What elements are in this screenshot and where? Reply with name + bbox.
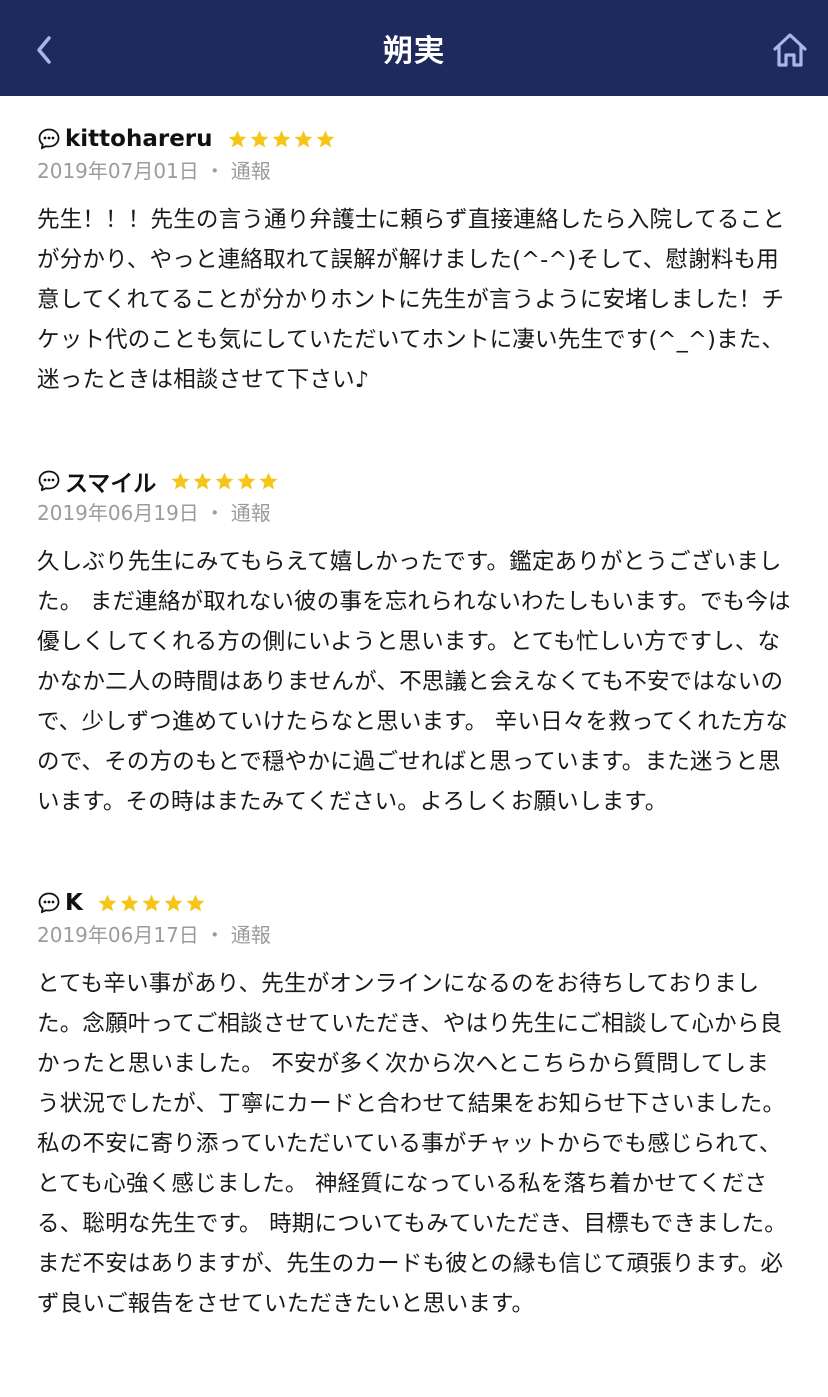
review-meta: 2019年07月01日・通報 [37, 156, 791, 186]
home-button[interactable] [770, 30, 810, 70]
star-icon [250, 130, 268, 147]
review-list: kittohareru 2019年07月01日・通報 先生！！！先生の言う通り弁… [0, 96, 828, 1352]
star-rating [97, 893, 206, 914]
comment-bubble-icon [38, 470, 60, 492]
meta-separator: ・ [204, 501, 225, 525]
star-rating [227, 129, 336, 150]
review-header: スマイル [37, 464, 791, 498]
star-icon [294, 130, 312, 147]
star-icon [142, 894, 161, 911]
reviewer-name: スマイル [65, 471, 157, 497]
review-date: 2019年07月01日 [37, 159, 199, 183]
chevron-left-icon [37, 36, 51, 64]
star-icon [228, 130, 246, 147]
star-icon [272, 130, 290, 147]
star-icon [186, 894, 205, 911]
star-icon [259, 472, 278, 489]
review-text: とても辛い事があり、先生がオンラインになるのをお待ちしておりました。念願叶ってご… [37, 971, 787, 1317]
review-meta: 2019年06月17日・通報 [37, 920, 791, 950]
star-icon [316, 130, 334, 147]
star-icon [120, 894, 139, 911]
report-link[interactable]: 通報 [231, 501, 271, 525]
comment-bubble-icon [38, 128, 60, 150]
star-icon [164, 894, 183, 911]
report-link[interactable]: 通報 [231, 923, 271, 947]
reviewer-name: kittohareru [65, 126, 213, 152]
star-rating [170, 471, 279, 492]
top-nav-bar: 朔実 [0, 0, 828, 96]
review-header: kittohareru [37, 122, 791, 156]
review-meta: 2019年06月19日・通報 [37, 498, 791, 528]
review-date: 2019年06月17日 [37, 923, 199, 947]
meta-separator: ・ [204, 923, 225, 947]
review-header: K [37, 886, 791, 920]
comment-bubble-icon [38, 892, 60, 914]
star-icon [193, 472, 212, 489]
review-text: 先生！！！先生の言う通り弁護士に頼らず直接連絡したら入院してることが分かり、やっ… [37, 207, 785, 393]
star-icon [98, 894, 117, 911]
review-item: kittohareru 2019年07月01日・通報 先生！！！先生の言う通り弁… [37, 96, 791, 428]
meta-separator: ・ [204, 159, 225, 183]
reviewer-name: K [65, 890, 83, 916]
review-item: K 2019年06月17日・通報 とても辛い事があり、先生がオンラインになるのを… [37, 850, 791, 1352]
review-item: スマイル 2019年06月19日・通報 久しぶり先生にみてもらえて嬉しかったです… [37, 428, 791, 850]
report-link[interactable]: 通報 [231, 159, 271, 183]
back-button[interactable] [30, 30, 58, 70]
star-icon [215, 472, 234, 489]
page-title: 朔実 [383, 34, 445, 69]
star-icon [237, 472, 256, 489]
home-icon [773, 33, 807, 67]
review-date: 2019年06月19日 [37, 501, 199, 525]
review-text: 久しぶり先生にみてもらえて嬉しかったです。鑑定ありがとうございました。 まだ連絡… [37, 549, 791, 815]
star-icon [171, 472, 190, 489]
